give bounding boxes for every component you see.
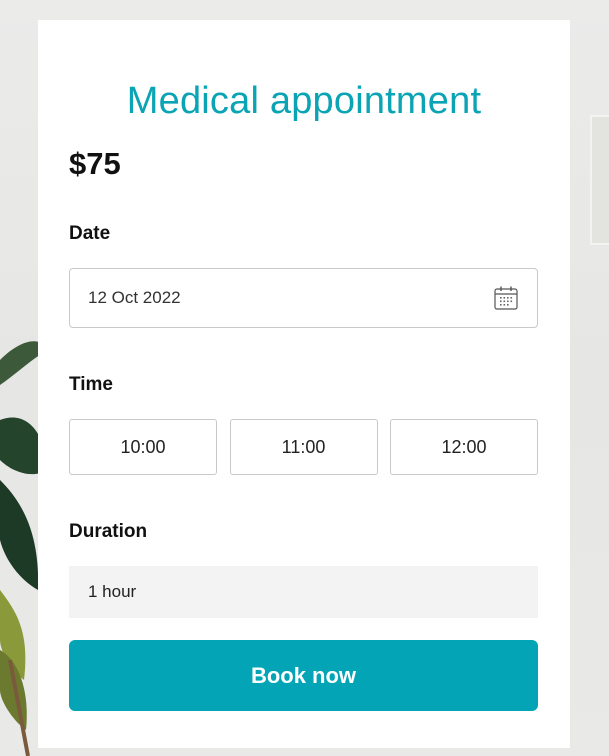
book-now-button[interactable]: Book now xyxy=(69,640,538,711)
time-slot-11-00[interactable]: 11:00 xyxy=(229,419,378,475)
appointment-title: Medical appointment xyxy=(126,80,482,122)
background-frame xyxy=(590,115,609,245)
date-label: Date xyxy=(69,223,111,244)
time-slot-10-00[interactable]: 10:00 xyxy=(69,419,217,475)
duration-field: 1 hour xyxy=(69,566,538,618)
duration-label: Duration xyxy=(69,521,148,542)
time-slot-group: 10:00 11:00 12:00 xyxy=(69,419,538,475)
duration-value: 1 hour xyxy=(88,582,137,601)
date-picker-field[interactable]: 12 Oct 2022 xyxy=(69,268,538,328)
date-value: 12 Oct 2022 xyxy=(88,288,181,307)
time-label: Time xyxy=(69,374,114,395)
price: $75 xyxy=(69,146,121,181)
calendar-icon[interactable] xyxy=(493,285,519,311)
appointment-card: Medical appointment $75 Date 12 Oct 2022 xyxy=(38,20,570,748)
time-slot-12-00[interactable]: 12:00 xyxy=(390,419,538,475)
